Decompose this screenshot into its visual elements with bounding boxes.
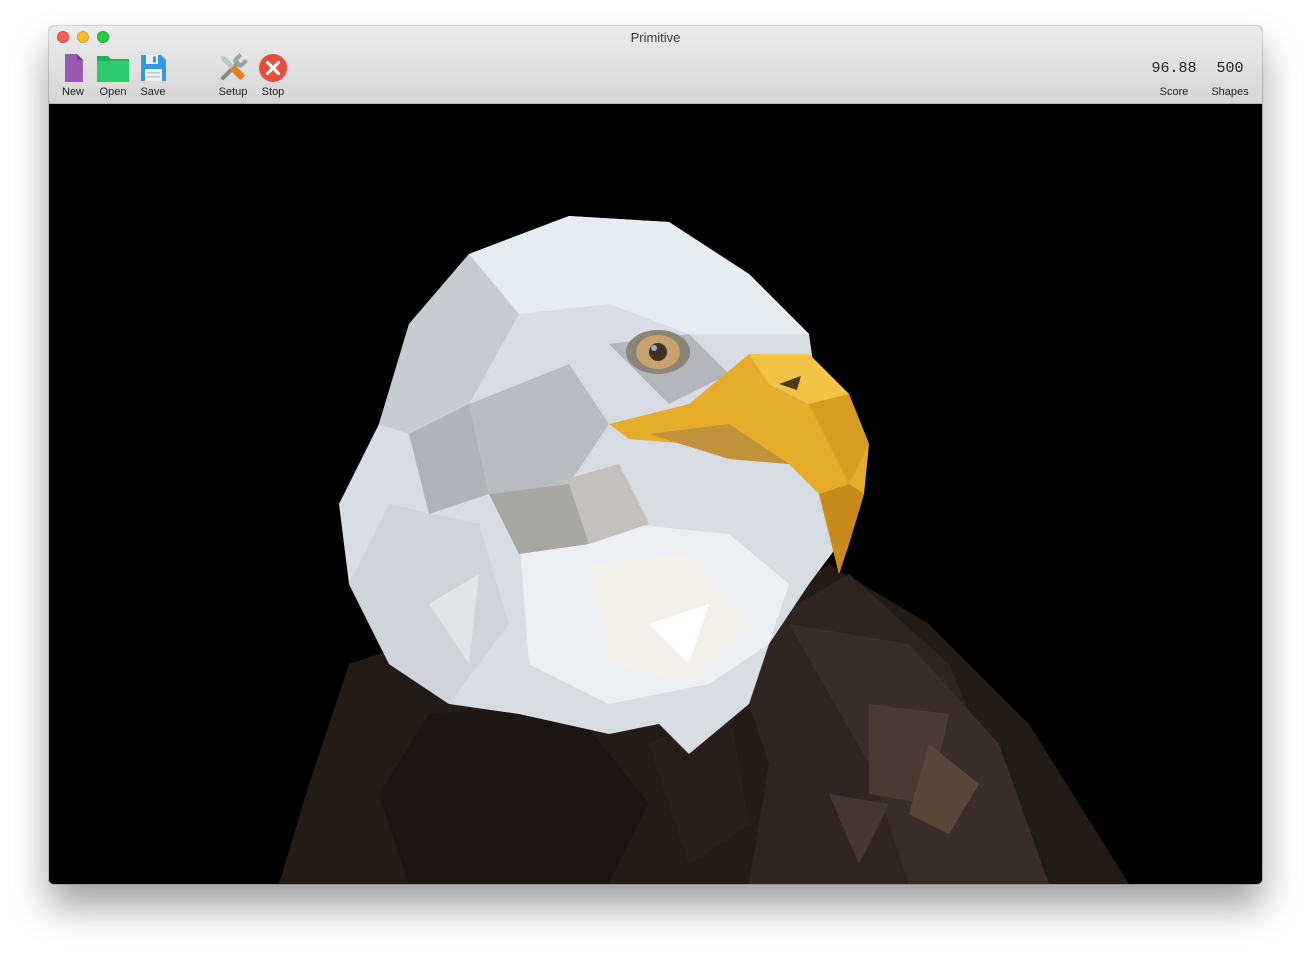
shapes-label: Shapes: [1211, 86, 1249, 98]
stop-button-label: Stop: [261, 86, 285, 98]
save-button-label: Save: [140, 86, 166, 98]
titlebar: Primitive New Open Save Setup Stop 96.88…: [49, 26, 1262, 104]
score-stat: 96.88 Score: [1146, 52, 1202, 100]
document-icon: [65, 54, 83, 82]
shapes-stat: 500 Shapes: [1204, 52, 1256, 100]
canvas-area: [49, 104, 1262, 884]
floppy-disk-icon: [141, 55, 166, 81]
window-title: Primitive: [630, 30, 681, 45]
stop-button[interactable]: Stop: [253, 52, 293, 100]
score-label: Score: [1159, 86, 1189, 98]
tools-icon: [220, 53, 248, 81]
stop-icon: [259, 54, 287, 82]
score-value: 96.88: [1151, 60, 1197, 77]
folder-icon: [97, 56, 129, 82]
save-button[interactable]: Save: [133, 52, 173, 100]
primitive-art-image: [49, 104, 1262, 884]
app-window: Primitive New Open Save Setup Stop 96.88…: [49, 26, 1262, 884]
shapes-value: 500: [1216, 60, 1244, 77]
